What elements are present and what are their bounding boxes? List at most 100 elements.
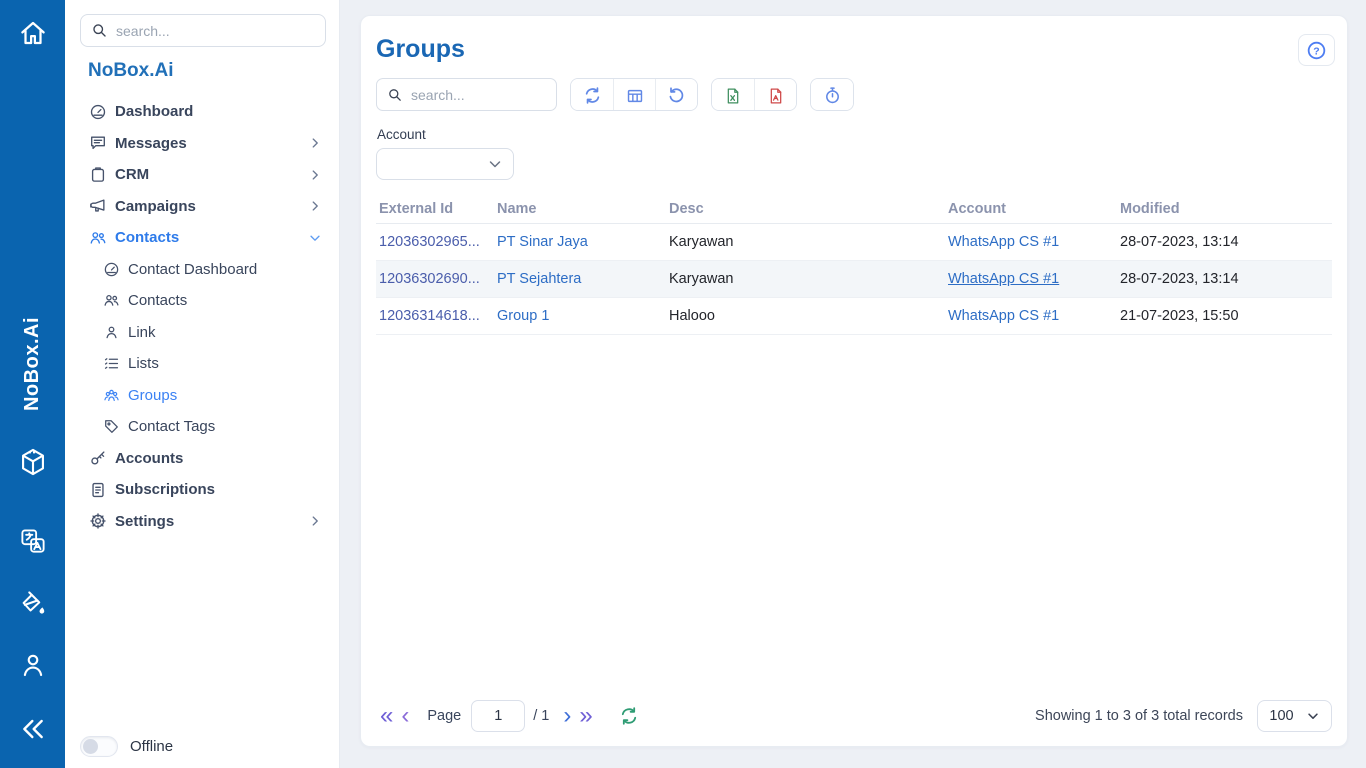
chevron-down-icon — [487, 156, 503, 172]
sidebar-item-label: Campaigns — [115, 198, 196, 215]
sidebar-item-label: CRM — [115, 166, 149, 183]
sidebar-item-label: Contacts — [115, 229, 179, 246]
sidebar-item-settings[interactable]: Settings — [65, 506, 339, 538]
column-header-account[interactable]: Account — [945, 201, 1117, 217]
page-size-select[interactable]: 100 — [1257, 700, 1332, 732]
sidebar-item-campaigns[interactable]: Campaigns — [65, 191, 339, 223]
offline-label: Offline — [130, 738, 173, 755]
sidebar-item-label: Contacts — [128, 292, 187, 309]
sidebar-item-label: Link — [128, 324, 156, 341]
help-button[interactable]: ? — [1298, 34, 1335, 66]
search-icon — [91, 22, 108, 39]
toggle-knob — [83, 739, 98, 754]
group-name-link[interactable]: Group 1 — [494, 308, 666, 324]
external-id-link[interactable]: 12036302690... — [376, 271, 494, 287]
next-page-icon[interactable]: › — [559, 701, 575, 731]
chevron-right-icon — [308, 168, 322, 182]
sidebar-item-subscriptions[interactable]: Subscriptions — [65, 474, 339, 506]
table-row: 12036302965... PT Sinar Jaya Karyawan Wh… — [376, 224, 1332, 261]
svg-text:?: ? — [1313, 45, 1319, 57]
timer-group — [810, 78, 854, 111]
export-excel-button[interactable] — [712, 79, 754, 111]
external-id-link[interactable]: 12036314618... — [376, 308, 494, 324]
sidebar-item-contact-dashboard[interactable]: Contact Dashboard — [65, 254, 339, 286]
sidebar-item-label: Settings — [115, 513, 174, 530]
sidebar-item-accounts[interactable]: Accounts — [65, 443, 339, 475]
group-name-link[interactable]: PT Sinar Jaya — [494, 234, 666, 250]
page-size-value: 100 — [1269, 708, 1293, 724]
export-pdf-button[interactable] — [754, 79, 796, 111]
sidebar-item-label: Contact Tags — [128, 418, 215, 435]
first-page-icon[interactable]: « — [376, 701, 397, 731]
export-group — [711, 78, 797, 111]
group-desc: Halooo — [666, 308, 945, 324]
sidebar-brand: NoBox.Ai — [88, 60, 174, 82]
group-desc: Karyawan — [666, 234, 945, 250]
tag-icon — [103, 418, 120, 435]
groups-table: External Id Name Desc Account Modified 1… — [376, 194, 1332, 335]
group-name-link[interactable]: PT Sejahtera — [494, 271, 666, 287]
cube-logo-icon[interactable] — [0, 445, 65, 479]
refresh-table-icon[interactable] — [619, 706, 639, 726]
table-icon — [626, 87, 644, 105]
people-icon — [103, 292, 120, 309]
chevron-down-icon — [308, 231, 322, 245]
auto-refresh-timer-button[interactable] — [811, 79, 853, 111]
last-page-icon[interactable]: » — [575, 701, 596, 731]
search-icon — [387, 87, 403, 103]
table-search-input[interactable] — [411, 87, 546, 103]
table-search-box — [376, 78, 557, 111]
sidebar-item-groups[interactable]: Groups — [65, 380, 339, 412]
reset-button[interactable] — [655, 79, 697, 111]
icon-rail: NoBox.Ai — [0, 0, 65, 768]
chevron-right-icon — [308, 136, 322, 150]
group-desc: Karyawan — [666, 271, 945, 287]
sidebar-item-messages[interactable]: Messages — [65, 128, 339, 160]
showing-records-text: Showing 1 to 3 of 3 total records — [1035, 708, 1243, 724]
prev-page-icon[interactable]: ‹ — [397, 701, 413, 731]
stopwatch-icon — [823, 86, 842, 105]
collapse-sidebar-icon[interactable] — [0, 713, 65, 745]
sidebar-item-lists[interactable]: Lists — [65, 348, 339, 380]
page-label: Page — [427, 708, 461, 724]
clipboard-icon — [88, 165, 107, 184]
gauge-icon — [88, 102, 107, 121]
sidebar-item-label: Dashboard — [115, 103, 193, 120]
sidebar-item-contacts[interactable]: Contacts — [65, 222, 339, 254]
sidebar-item-link[interactable]: Link — [65, 317, 339, 349]
account-link[interactable]: WhatsApp CS #1 — [945, 308, 1117, 324]
sidebar-search-box — [80, 14, 326, 47]
table-row: 12036314618... Group 1 Halooo WhatsApp C… — [376, 298, 1332, 335]
chevron-right-icon — [308, 199, 322, 213]
external-id-link[interactable]: 12036302965... — [376, 234, 494, 250]
chat-icon — [88, 134, 107, 153]
translate-icon[interactable] — [0, 526, 65, 556]
user-profile-icon[interactable] — [0, 650, 65, 680]
account-filter-label: Account — [377, 127, 426, 142]
page-title: Groups — [376, 35, 465, 64]
column-header-name[interactable]: Name — [494, 201, 666, 217]
sidebar-item-contact-tags[interactable]: Contact Tags — [65, 411, 339, 443]
account-link[interactable]: WhatsApp CS #1 — [945, 271, 1117, 287]
total-pages-label: / 1 — [533, 708, 549, 724]
chevron-down-icon — [1306, 709, 1320, 723]
home-icon[interactable] — [0, 18, 65, 48]
account-filter-select[interactable] — [376, 148, 514, 180]
account-link[interactable]: WhatsApp CS #1 — [945, 234, 1117, 250]
refresh-button[interactable] — [571, 79, 613, 111]
vertical-brand-text: NoBox.Ai — [0, 288, 65, 440]
sidebar-item-contacts-sub[interactable]: Contacts — [65, 285, 339, 317]
column-header-desc[interactable]: Desc — [666, 201, 945, 217]
paint-format-icon[interactable] — [0, 588, 65, 618]
sidebar-search-input[interactable] — [116, 23, 315, 39]
page-number-input[interactable] — [471, 700, 525, 732]
sidebar-item-label: Groups — [128, 387, 177, 404]
offline-toggle[interactable] — [80, 736, 118, 757]
column-header-modified[interactable]: Modified — [1117, 201, 1332, 217]
sidebar-nav: Dashboard Messages CRM Campaigns — [65, 96, 339, 537]
pdf-file-icon — [767, 87, 785, 105]
sidebar-item-crm[interactable]: CRM — [65, 159, 339, 191]
columns-button[interactable] — [613, 79, 655, 111]
sidebar-item-dashboard[interactable]: Dashboard — [65, 96, 339, 128]
column-header-external-id[interactable]: External Id — [376, 201, 494, 217]
